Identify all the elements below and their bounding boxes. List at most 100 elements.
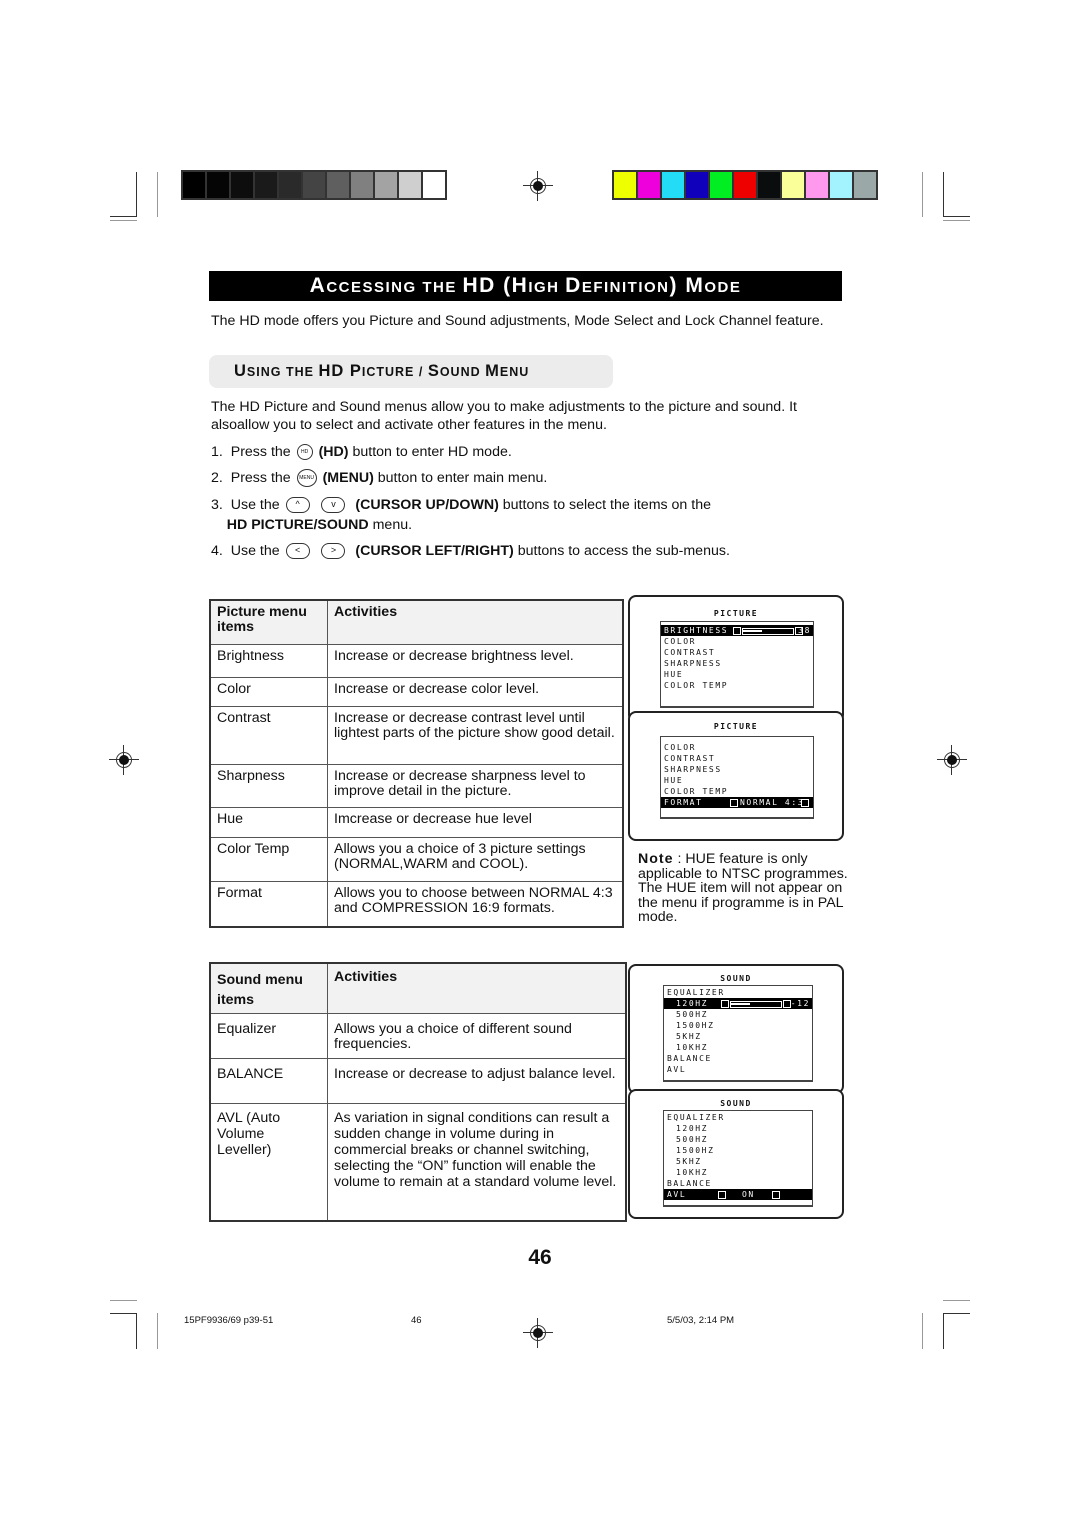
osd-item-selected: FORMAT NORMAL 4:3 xyxy=(661,797,813,808)
osd-item: COLOR TEMP xyxy=(664,787,729,796)
menu-button-icon: MENU xyxy=(296,469,317,488)
registration-mark-icon xyxy=(523,1318,553,1348)
osd-slider-fill xyxy=(743,630,762,632)
osd-item: SHARPNESS xyxy=(664,659,722,668)
osd-item-selected: 120HZ -12 xyxy=(664,998,812,1009)
color-swatch xyxy=(231,172,253,198)
crop-mark xyxy=(943,220,970,221)
right-arrow-icon xyxy=(801,799,809,807)
osd-item: COLOR xyxy=(664,743,697,752)
page-title: ACCESSING THE HD (HIGH DEFINITION) MODE xyxy=(209,271,842,301)
osd-slider xyxy=(742,628,794,635)
table-cell-activity: Increase or decrease contrast level unti… xyxy=(327,705,624,765)
table-cell-item: AVL (Auto Volume Leveller) xyxy=(209,1102,328,1222)
table-cell-item: Color xyxy=(209,676,328,707)
table-cell-item: Brightness xyxy=(209,643,328,678)
osd-item: 1500HZ xyxy=(676,1021,715,1030)
table-cell-activity: As variation in signal conditions can re… xyxy=(327,1102,627,1222)
color-swatch xyxy=(207,172,229,198)
crop-mark xyxy=(110,1313,137,1314)
osd-slider-fill xyxy=(731,1003,750,1005)
registration-mark-icon xyxy=(109,745,139,775)
color-swatch xyxy=(830,172,852,198)
table-cell-item: BALANCE xyxy=(209,1057,328,1104)
osd-item-selected: AVL ON xyxy=(664,1189,812,1200)
color-swatch xyxy=(806,172,828,198)
osd-title: SOUND xyxy=(720,974,752,983)
table-cell-activity: Increase or decrease color level. xyxy=(327,676,624,707)
color-swatch xyxy=(686,172,708,198)
crop-mark xyxy=(136,172,137,217)
osd-item: EQUALIZER xyxy=(667,1113,725,1122)
footer-file: 15PF9936/69 p39-51 xyxy=(184,1315,274,1326)
osd-item: 5KHZ xyxy=(676,1157,702,1166)
table-cell-item: Hue xyxy=(209,806,328,838)
step-1: 1. Press the HD (HD) button to enter HD … xyxy=(211,444,512,461)
crop-mark xyxy=(922,1313,923,1349)
osd-picture-screen-brightness: PICTURE BRIGHTNESS 38 COLOR CONTRAST SHA… xyxy=(628,595,844,723)
column-header: Picture menu items xyxy=(209,599,328,645)
osd-picture-screen-format: PICTURE COLOR CONTRAST SHARPNESS HUE COL… xyxy=(628,711,844,841)
color-swatch xyxy=(638,172,660,198)
crop-mark xyxy=(110,216,137,217)
osd-value: -12 xyxy=(790,999,810,1008)
crop-mark xyxy=(110,1300,137,1301)
crop-mark xyxy=(943,1300,970,1301)
color-swatch xyxy=(710,172,732,198)
crop-mark xyxy=(943,1313,970,1314)
osd-item: AVL xyxy=(667,1065,687,1074)
osd-value: ON xyxy=(742,1190,755,1199)
table-cell-activity: Increase or decrease to adjust balance l… xyxy=(327,1057,627,1104)
table-cell-item: Sharpness xyxy=(209,763,328,808)
osd-title: SOUND xyxy=(720,1099,752,1108)
table-cell-item: Color Temp xyxy=(209,836,328,882)
table-cell-activity: Allows you a choice of different sound f… xyxy=(327,1012,627,1059)
crop-mark xyxy=(943,1313,944,1349)
hue-note: Note : HUE feature is only applicable to… xyxy=(638,851,848,925)
footer-page: 46 xyxy=(411,1315,422,1326)
osd-item: 500HZ xyxy=(676,1010,709,1019)
footer-date: 5/5/03, 2:14 PM xyxy=(667,1315,735,1326)
osd-item: SHARPNESS xyxy=(664,765,722,774)
color-swatch xyxy=(854,172,876,198)
color-swatch xyxy=(375,172,397,198)
osd-item: HUE xyxy=(664,776,684,785)
crop-mark xyxy=(110,220,137,221)
osd-item: CONTRAST xyxy=(664,754,716,763)
osd-item: CONTRAST xyxy=(664,648,716,657)
osd-sound-screen-equalizer: SOUND EQUALIZER 120HZ -12 500HZ 1500HZ 5… xyxy=(628,964,844,1094)
hd-button-icon: HD xyxy=(296,444,313,461)
intro-text: The HD mode offers you Picture and Sound… xyxy=(211,313,824,329)
osd-title: PICTURE xyxy=(713,609,759,618)
color-calibration-bar xyxy=(612,170,878,200)
column-header: Activities xyxy=(327,962,627,1014)
registration-mark-icon xyxy=(937,745,967,775)
crop-mark xyxy=(943,216,970,217)
osd-slider xyxy=(730,1001,782,1008)
registration-mark-icon xyxy=(523,171,553,201)
color-swatch xyxy=(614,172,636,198)
left-arrow-icon xyxy=(718,1191,726,1199)
crop-mark xyxy=(157,1313,158,1349)
osd-value: 38 xyxy=(798,626,811,635)
page-number: 46 xyxy=(528,1246,552,1269)
color-swatch xyxy=(423,172,445,198)
osd-item: 500HZ xyxy=(676,1135,709,1144)
step-4: 4. Use the < > (CURSOR LEFT/RIGHT) butto… xyxy=(211,543,730,560)
cursor-left-icon: < xyxy=(285,543,310,560)
osd-item: 120HZ xyxy=(676,1124,709,1133)
color-swatch xyxy=(662,172,684,198)
osd-value: NORMAL 4:3 xyxy=(740,798,805,807)
description-text: The HD Picture and Sound menus allow you… xyxy=(211,399,797,433)
column-header: Activities xyxy=(327,599,624,645)
left-arrow-icon xyxy=(733,627,741,635)
color-swatch xyxy=(327,172,349,198)
step-3: 3. Use the ^ v (CURSOR UP/DOWN) buttons … xyxy=(211,497,711,533)
crop-mark xyxy=(922,172,923,217)
table-cell-item: Equalizer xyxy=(209,1012,328,1059)
table-cell-item: Contrast xyxy=(209,705,328,765)
osd-item: BALANCE xyxy=(667,1054,712,1063)
osd-item: 10KHZ xyxy=(676,1043,709,1052)
table-cell-activity: Allows you to choose between NORMAL 4:3 … xyxy=(327,880,624,928)
osd-item: 5KHZ xyxy=(676,1032,702,1041)
